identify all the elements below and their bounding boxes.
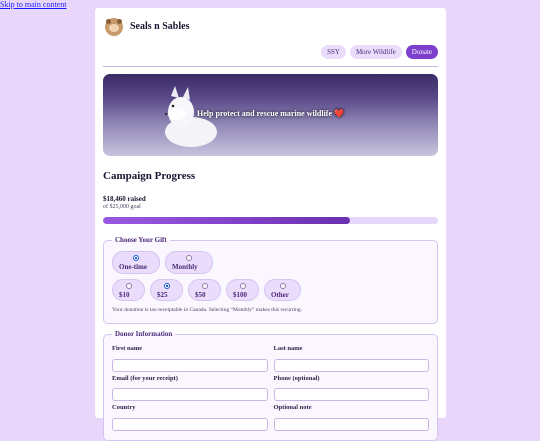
country-field: Country: [112, 404, 268, 434]
first-name-label: First name: [112, 345, 143, 352]
note-input[interactable]: [273, 417, 429, 431]
radio-icon[interactable]: [186, 255, 192, 261]
main-card: Seals n Sables SSY More Wildlife Donate …: [95, 8, 446, 441]
radio-icon[interactable]: [125, 283, 132, 289]
gift-fieldset: Choose Your Gift One-time Monthly $10 $2…: [103, 236, 438, 324]
nav-ssy[interactable]: SSY: [321, 45, 346, 59]
skip-to-content-link[interactable]: Skip to main content: [0, 0, 66, 9]
campaign-progress-bar: [103, 217, 438, 224]
bear-logo-icon: [105, 17, 123, 36]
first-name-input[interactable]: [112, 358, 268, 372]
country-input[interactable]: [112, 417, 268, 431]
donor-grid: First name Last name Email (for your rec…: [112, 345, 429, 434]
radio-icon[interactable]: [201, 283, 208, 289]
amount-25[interactable]: $25: [150, 279, 183, 301]
last-name-label: Last name: [273, 345, 303, 352]
phone-field: Phone (optional): [273, 374, 429, 405]
email-field: Email (for your receipt): [112, 375, 268, 405]
site-title: Seals n Sables: [130, 21, 190, 32]
amount-label: Other: [271, 291, 289, 299]
frequency-monthly[interactable]: Monthly: [165, 251, 213, 274]
amount-raised: $18,460 raised: [103, 195, 146, 203]
radio-icon[interactable]: [279, 283, 286, 289]
header-divider: [103, 66, 438, 67]
last-name-field: Last name: [273, 345, 429, 375]
donor-legend: Donor Information: [115, 330, 173, 338]
frequency-options: One-time Monthly: [112, 251, 429, 274]
email-input[interactable]: [112, 388, 268, 401]
country-label: Country: [112, 404, 136, 411]
last-name-input[interactable]: [273, 358, 429, 372]
tax-note: Your donation is tax-receiptable in Cana…: [112, 307, 303, 313]
phone-label: Phone (optional): [273, 374, 320, 382]
radio-icon[interactable]: [239, 283, 246, 289]
amount-label: $100: [233, 291, 247, 299]
note-field: Optional note: [273, 404, 429, 434]
amount-10[interactable]: $10: [112, 279, 145, 301]
gift-legend: Choose Your Gift: [115, 236, 167, 244]
amount-label: $50: [195, 291, 206, 299]
radio-icon[interactable]: [133, 255, 139, 261]
hero-banner: Help protect and rescue marine wildlife …: [103, 74, 438, 156]
frequency-label: Monthly: [172, 263, 198, 271]
heart-icon: ❤️: [334, 109, 344, 118]
note-label: Optional note: [273, 404, 312, 411]
amount-options: $10 $25 $50 $100 Other: [112, 279, 429, 301]
campaign-goal: of $25,000 goal: [103, 204, 141, 210]
phone-input[interactable]: [273, 388, 429, 401]
main-nav: SSY More Wildlife Donate: [103, 43, 438, 61]
nav-more-wildlife[interactable]: More Wildlife: [349, 45, 402, 59]
campaign-heading: Campaign Progress: [103, 170, 196, 182]
amount-label: $25: [157, 291, 168, 299]
hero-caption-text: Help protect and rescue marine wildlife: [197, 109, 333, 118]
email-label: Email (for your receipt): [112, 374, 178, 382]
frequency-one-time[interactable]: One-time: [112, 251, 160, 274]
site-header: Seals n Sables: [103, 8, 438, 43]
amount-other[interactable]: Other: [264, 279, 301, 301]
first-name-field: First name: [112, 345, 268, 375]
campaign-progress-fill: [103, 217, 351, 224]
frequency-label: One-time: [119, 263, 147, 271]
donor-fieldset: Donor Information First name Last name E…: [103, 330, 438, 441]
amount-label: $10: [119, 291, 130, 299]
nav-donate[interactable]: Donate: [405, 45, 438, 59]
hero-caption: Help protect and rescue marine wildlife …: [103, 109, 438, 118]
amount-50[interactable]: $50: [188, 279, 221, 301]
radio-icon[interactable]: [163, 283, 170, 289]
amount-100[interactable]: $100: [226, 279, 259, 301]
